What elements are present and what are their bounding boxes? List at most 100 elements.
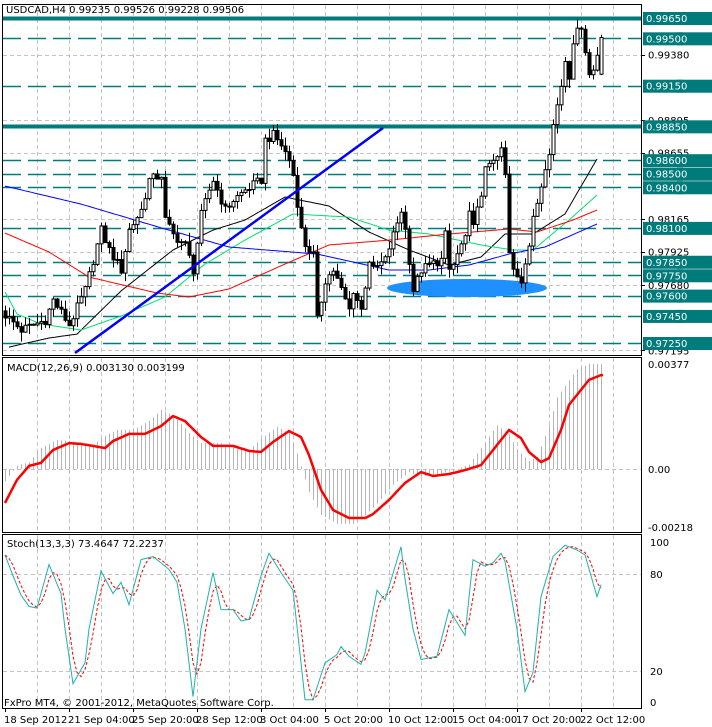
- candle-bull: [95, 243, 100, 265]
- candle-bull: [179, 241, 184, 244]
- candle-bull: [79, 296, 84, 304]
- level-label: 0.98100: [646, 224, 687, 235]
- macd-axis-label: -0.00218: [648, 523, 693, 534]
- candle-bull: [83, 286, 88, 298]
- candle-bear: [511, 252, 516, 270]
- candle-bull: [195, 242, 200, 275]
- candle-bull: [239, 191, 244, 197]
- candle-bear: [227, 205, 232, 208]
- candle-bear: [175, 233, 180, 243]
- candle-bull: [379, 261, 384, 267]
- candle-bull: [23, 324, 28, 333]
- candle-bull: [535, 202, 540, 217]
- time-label: 15 Oct 04:00: [452, 715, 517, 726]
- candle-bear: [103, 225, 108, 244]
- candle-bull: [39, 320, 44, 324]
- candle-bull: [491, 159, 496, 164]
- candle-bear: [107, 242, 112, 248]
- candle-bear: [119, 258, 124, 274]
- candle-bear: [31, 323, 36, 326]
- candle-bull: [531, 215, 536, 247]
- time-label: 17 Oct 20:00: [516, 715, 581, 726]
- candle-bear: [167, 216, 172, 225]
- level-label: 0.97450: [646, 312, 687, 323]
- candle-bear: [287, 151, 292, 162]
- candle-bull: [159, 176, 164, 180]
- candle-bull: [591, 69, 596, 76]
- level-label: 0.98850: [646, 122, 687, 133]
- candle-bull: [459, 243, 464, 255]
- candle-bull: [51, 298, 56, 310]
- level-label: 0.97250: [646, 339, 687, 350]
- candle-bull: [523, 263, 528, 284]
- candle-bull: [115, 258, 120, 261]
- candle-bear: [3, 310, 8, 319]
- candle-bear: [403, 211, 408, 230]
- level-label: 0.99150: [646, 82, 687, 93]
- candle-bear: [503, 147, 508, 175]
- candle-bull: [71, 318, 76, 327]
- level-label: 0.97600: [646, 292, 687, 303]
- level-label: 0.97750: [646, 271, 687, 282]
- candle-bull: [419, 272, 424, 277]
- candle-bear: [15, 321, 20, 328]
- stoch-title: Stoch(13,3,3) 73.4647 72.2237: [7, 539, 164, 550]
- candle-bear: [447, 230, 452, 270]
- candle-bull: [571, 43, 576, 80]
- candle-bull: [99, 225, 104, 245]
- candle-bull: [487, 162, 492, 168]
- candle-bear: [579, 27, 584, 30]
- candle-bull: [311, 251, 316, 254]
- candle-bull: [271, 129, 276, 142]
- candle-bull: [599, 37, 604, 75]
- candle-bear: [43, 320, 48, 326]
- candle-bear: [19, 326, 24, 333]
- candle-bear: [355, 293, 360, 301]
- mt4-chart-window[interactable]: 0.993800.988950.986550.981650.979250.976…: [0, 0, 712, 727]
- candle-bull: [327, 274, 332, 285]
- candle-bear: [359, 299, 364, 310]
- candle-bull: [319, 301, 324, 316]
- candle-bull: [139, 208, 144, 219]
- stoch-axis-label: 80: [650, 570, 663, 581]
- candle-bear: [267, 137, 272, 142]
- candle-bear: [63, 308, 68, 321]
- price-axis: 0.993800.988950.986550.981650.979250.976…: [641, 0, 712, 727]
- candle-bull: [467, 210, 472, 237]
- stoch-axis-label: 100: [650, 538, 669, 549]
- macd-axis-label: 0.00: [648, 465, 670, 476]
- candle-bull: [451, 264, 456, 270]
- candle-bear: [347, 298, 352, 310]
- candle-bull: [47, 308, 52, 326]
- candle-bull: [247, 189, 252, 192]
- candle-bear: [567, 61, 572, 80]
- candle-bull: [35, 322, 40, 326]
- candle-bull: [595, 54, 600, 71]
- candle-bull: [367, 261, 372, 289]
- time-label: 28 Sep 12:00: [196, 715, 263, 726]
- candle-bear: [371, 261, 376, 267]
- candle-bull: [423, 263, 428, 274]
- candle-bear: [111, 246, 116, 261]
- candle-bear: [67, 319, 72, 327]
- candle-bull: [251, 180, 256, 191]
- candle-bear: [163, 176, 168, 218]
- level-label: 0.98600: [646, 156, 687, 167]
- candle-bull: [539, 186, 544, 204]
- candle-bear: [215, 180, 220, 191]
- candle-bull: [331, 270, 336, 276]
- candle-bull: [127, 228, 132, 253]
- level-label: 0.97850: [646, 258, 687, 269]
- candle-bull: [375, 265, 380, 268]
- candle-bull: [383, 256, 388, 263]
- candle-bull: [255, 177, 260, 182]
- candle-bear: [407, 228, 412, 265]
- candle-bull: [7, 315, 12, 319]
- candle-bull: [431, 260, 436, 265]
- candle-bull: [91, 263, 96, 273]
- candle-bear: [519, 276, 524, 284]
- candle-bear: [583, 28, 588, 54]
- candle-bear: [155, 173, 160, 180]
- chart-title: USDCAD,H4 0.99235 0.99526 0.99228 0.9950…: [6, 5, 244, 16]
- candle-bull: [135, 217, 140, 226]
